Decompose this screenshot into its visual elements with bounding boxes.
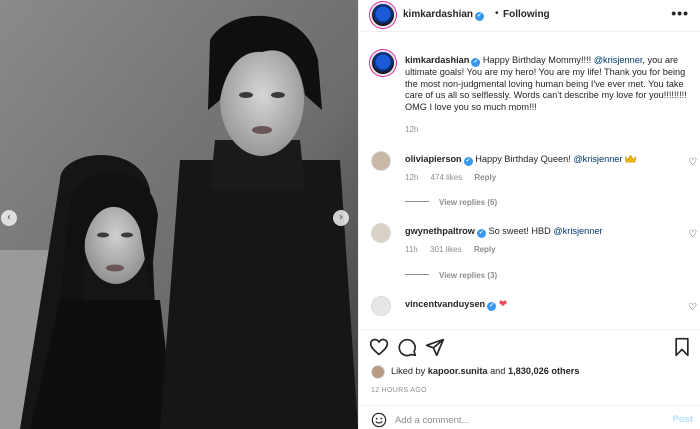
comment-time[interactable]: 12h bbox=[405, 173, 418, 182]
author-avatar[interactable] bbox=[371, 3, 395, 27]
comment-username[interactable]: vincentvanduysen bbox=[405, 299, 485, 309]
comment-text: vincentvanduysen ✓ ❤ bbox=[405, 299, 665, 311]
comment-time[interactable]: 11h bbox=[405, 245, 418, 254]
comment-username[interactable]: gwynethpaltrow bbox=[405, 226, 475, 236]
bookmark-icon[interactable] bbox=[673, 337, 691, 357]
verified-badge-icon: ✓ bbox=[471, 58, 481, 67]
comment-icon[interactable] bbox=[397, 337, 417, 357]
comment-mention[interactable]: @krisjenner bbox=[553, 226, 602, 236]
liker-avatar[interactable] bbox=[371, 365, 385, 379]
likes-summary: Liked by kapoor.sunita and 1,830,026 oth… bbox=[359, 363, 700, 381]
post-side-panel: kimkardashian ✓ • Following ••• kimkardas… bbox=[358, 0, 700, 429]
more-options-icon[interactable]: ••• bbox=[671, 5, 689, 21]
comment-body: Happy Birthday Queen! bbox=[475, 154, 574, 164]
likes-count[interactable]: 1,830,026 others bbox=[508, 366, 580, 376]
header-separator: • bbox=[495, 8, 499, 19]
view-replies-button[interactable]: View replies (6) bbox=[405, 198, 497, 207]
caption-mention[interactable]: @krisjenner bbox=[594, 55, 643, 65]
like-comment-icon[interactable]: ♡ bbox=[688, 157, 697, 168]
caption-username[interactable]: kimkardashian bbox=[405, 55, 469, 65]
share-icon[interactable] bbox=[425, 337, 445, 357]
verified-badge-icon: ✓ bbox=[487, 302, 497, 311]
following-button[interactable]: Following bbox=[503, 9, 550, 20]
smiley-icon[interactable] bbox=[371, 412, 387, 428]
heart-icon[interactable] bbox=[369, 337, 389, 357]
post-comment-button[interactable]: Post bbox=[672, 414, 693, 425]
author-username-text: kimkardashian bbox=[403, 9, 474, 20]
caption-timestamp[interactable]: 12h bbox=[405, 125, 418, 134]
comment-body: So sweet! HBD bbox=[488, 226, 554, 236]
comment-likes[interactable]: 474 likes bbox=[431, 173, 463, 182]
like-comment-icon[interactable]: ♡ bbox=[688, 229, 697, 240]
comment-mention[interactable]: @krisjenner bbox=[573, 154, 622, 164]
photo-scene bbox=[0, 0, 358, 429]
comment-text: gwynethpaltrow ✓ So sweet! HBD @krisjenne… bbox=[405, 226, 665, 238]
post-header: kimkardashian ✓ • Following ••• bbox=[359, 0, 700, 32]
comment-likes[interactable]: 301 likes bbox=[430, 245, 462, 254]
caption-text: kimkardashian ✓ Happy Birthday Mommy!!!! … bbox=[405, 55, 689, 113]
like-comment-icon[interactable]: ♡ bbox=[688, 302, 697, 313]
reply-button[interactable]: Reply bbox=[474, 245, 496, 254]
chevron-left-icon: ‹ bbox=[7, 212, 11, 223]
comment-text: oliviapierson ✓ Happy Birthday Queen! @kr… bbox=[405, 154, 665, 166]
comment-username[interactable]: oliviapierson bbox=[405, 154, 462, 164]
reply-button[interactable]: Reply bbox=[474, 173, 496, 182]
commenter-avatar[interactable] bbox=[371, 223, 391, 243]
previous-photo-button[interactable]: ‹ bbox=[1, 210, 17, 226]
commenter-avatar[interactable] bbox=[371, 151, 391, 171]
likes-prefix: Liked by bbox=[391, 366, 428, 376]
view-replies-label: View replies (3) bbox=[439, 271, 498, 280]
caption-body-start: Happy Birthday Mommy!!!! bbox=[482, 55, 594, 65]
replies-divider-line bbox=[405, 201, 429, 202]
likes-middle: and bbox=[487, 366, 508, 376]
verified-badge-icon: ✓ bbox=[463, 157, 473, 166]
author-username[interactable]: kimkardashian ✓ bbox=[403, 9, 485, 21]
action-bar bbox=[359, 329, 700, 363]
replies-divider-line bbox=[405, 274, 429, 275]
comments-list[interactable]: kimkardashian ✓ Happy Birthday Mommy!!!! … bbox=[359, 33, 700, 329]
next-photo-button[interactable]: › bbox=[333, 210, 349, 226]
comment-meta: 11h 301 likes Reply bbox=[405, 245, 506, 254]
comment-input[interactable] bbox=[395, 413, 645, 427]
verified-badge-icon: ✓ bbox=[476, 229, 486, 238]
view-replies-label: View replies (6) bbox=[439, 198, 498, 207]
crown-icon bbox=[625, 155, 637, 163]
likes-text: Liked by kapoor.sunita and 1,830,026 oth… bbox=[391, 366, 579, 376]
verified-badge-icon: ✓ bbox=[475, 12, 485, 21]
red-heart-icon: ❤ bbox=[498, 299, 508, 310]
comment-meta: 12h 474 likes Reply bbox=[405, 173, 506, 182]
caption-avatar[interactable] bbox=[371, 51, 395, 75]
chevron-right-icon: › bbox=[339, 212, 343, 223]
commenter-avatar[interactable] bbox=[371, 296, 391, 316]
post-photo[interactable]: ‹ › bbox=[0, 0, 358, 429]
liker-username[interactable]: kapoor.sunita bbox=[428, 366, 488, 376]
add-comment-bar: Post bbox=[359, 405, 700, 429]
post-time-ago[interactable]: 12 HOURS AGO bbox=[371, 387, 427, 394]
view-replies-button[interactable]: View replies (3) bbox=[405, 271, 497, 280]
